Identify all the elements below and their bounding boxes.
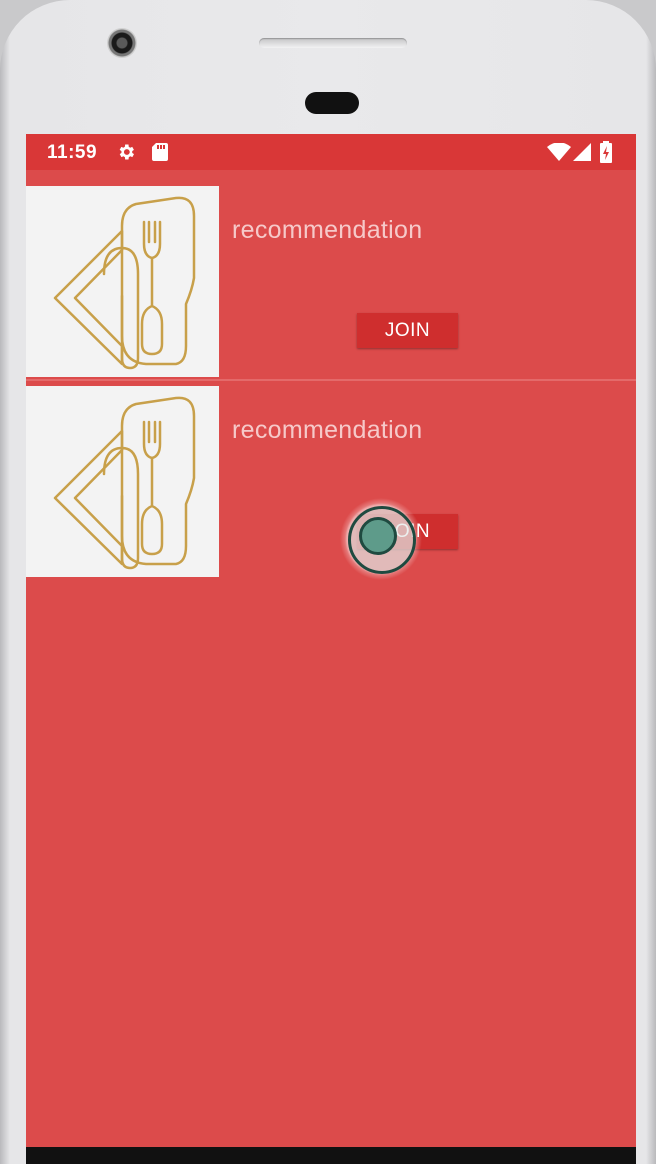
earpiece-speaker bbox=[259, 38, 407, 48]
item-title: recommendation bbox=[232, 416, 423, 444]
restaurant-logo-icon bbox=[26, 386, 219, 577]
navigation-bar bbox=[26, 1147, 636, 1164]
proximity-sensor bbox=[305, 92, 359, 114]
status-time: 11:59 bbox=[47, 142, 98, 163]
row-divider bbox=[26, 379, 636, 381]
status-bar: 11:59 bbox=[26, 134, 636, 170]
list-item[interactable]: recommendation JOIN bbox=[26, 386, 636, 578]
wifi-icon bbox=[547, 142, 571, 166]
settings-icon bbox=[116, 142, 136, 167]
touch-indicator bbox=[340, 498, 422, 580]
sd-card-icon bbox=[151, 142, 169, 167]
battery-charging-icon bbox=[600, 141, 612, 168]
app-screen: 11:59 recommendation JOIN recommendation bbox=[26, 134, 636, 1164]
touch-dot bbox=[359, 517, 397, 555]
join-button[interactable]: JOIN bbox=[357, 313, 458, 348]
cell-signal-icon bbox=[573, 143, 591, 166]
restaurant-logo-icon bbox=[26, 186, 219, 377]
list-item[interactable]: recommendation JOIN bbox=[26, 186, 636, 378]
item-title: recommendation bbox=[232, 216, 423, 244]
front-camera bbox=[107, 28, 137, 58]
phone-frame: 11:59 recommendation JOIN recommendation bbox=[0, 0, 656, 1164]
phone-bezel-top bbox=[0, 0, 656, 134]
